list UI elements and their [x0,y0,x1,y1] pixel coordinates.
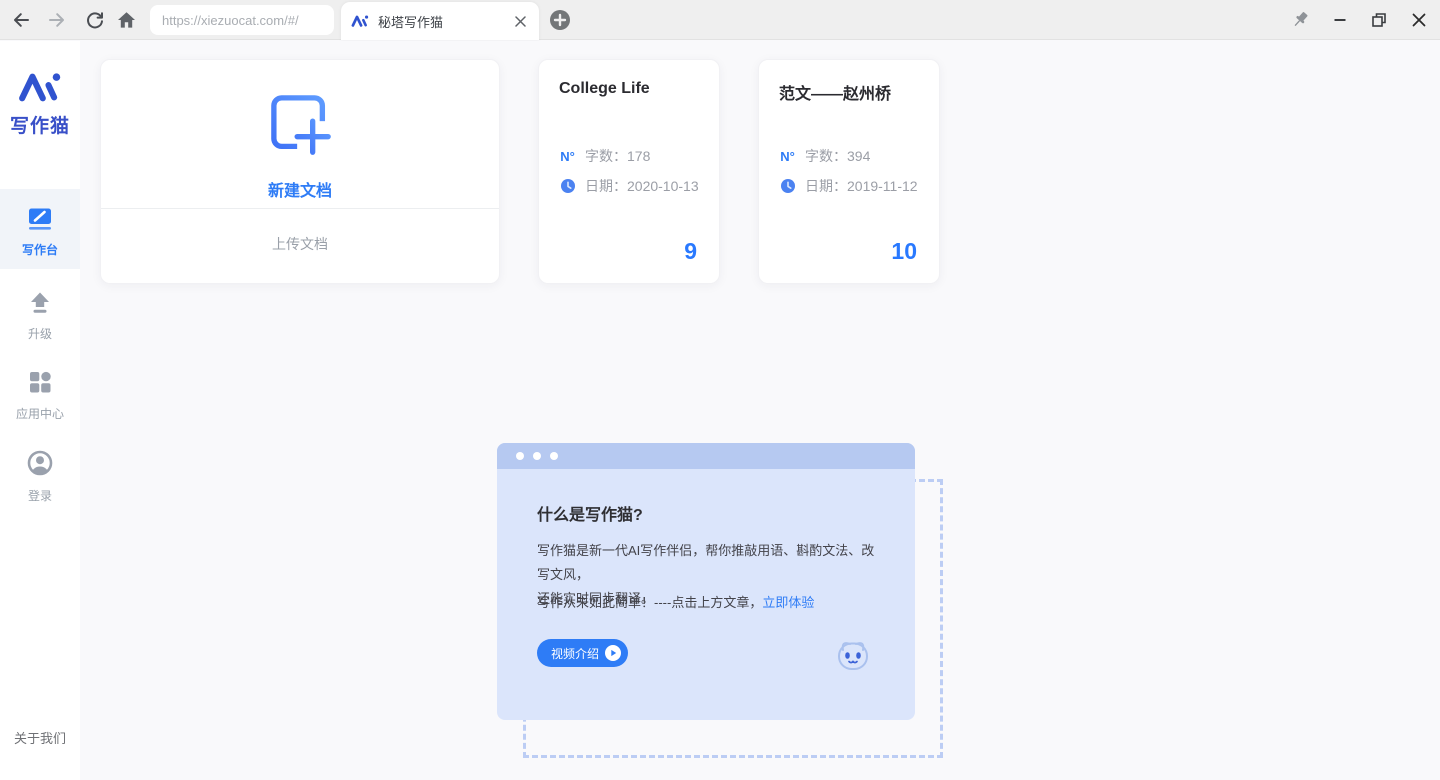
sidebar-item-label: 应用中心 [0,405,80,422]
user-icon [26,449,54,477]
home-icon [116,10,137,30]
app-logo[interactable]: 写作猫 [0,71,80,138]
site-favicon-icon [351,14,369,28]
sidebar-item-login[interactable]: 登录 [0,446,80,504]
play-icon [605,645,621,661]
plus-icon [549,9,571,31]
window-dot-icon [550,452,558,460]
tab-close-icon[interactable] [511,12,529,30]
sidebar-item-label: 登录 [0,487,80,504]
document-title: College Life [559,80,705,98]
promo-description-line1: 写作猫是新一代AI写作伴侣，帮你推敲用语、斟酌文法、改写文风， [537,543,874,582]
window-dot-icon [516,452,524,460]
cat-mascot-icon [833,635,873,680]
video-intro-label: 视频介绍 [551,645,599,662]
sidebar-item-label: 升级 [0,325,80,342]
document-card[interactable]: 范文——赵州桥 N° 字数：394 日期：2019-11-12 10 [758,59,940,284]
sidebar-item-writing-desk[interactable]: 写作台 [0,189,80,269]
promo-cta-text: 写作从未如此简单！----点击上方文章， [537,595,762,610]
pin-icon [1289,9,1311,31]
main-content: 新建文档 上传文档 College Life N° 字数：178 日期：2020… [80,41,1440,780]
sidebar-item-upgrade[interactable]: 升级 [0,286,80,342]
sidebar-item-label: 写作台 [0,241,80,258]
url-text: https://xiezuocat.com/#/ [162,13,299,28]
clock-icon [559,178,576,194]
document-card[interactable]: College Life N° 字数：178 日期：2020-10-13 9 [538,59,720,284]
writing-desk-icon [27,205,53,231]
app-grid-icon [27,369,53,395]
date-text: 日期：2020-10-13 [585,176,699,196]
date-row: 日期：2020-10-13 [559,176,699,196]
promo-cta-line: 写作从未如此简单！----点击上方文章，立即体验 [537,591,885,615]
clock-icon [779,178,796,194]
upgrade-arrow-icon [27,289,53,315]
promo-card: 什么是写作猫? 写作猫是新一代AI写作伴侣，帮你推敲用语、斟酌文法、改写文风，还… [497,443,915,720]
new-tab-button[interactable] [549,9,571,31]
new-document-card: 新建文档 上传文档 [100,59,500,284]
date-text: 日期：2019-11-12 [805,176,918,196]
date-row: 日期：2019-11-12 [779,176,918,196]
close-icon [1411,12,1427,28]
document-score: 10 [891,238,917,265]
window-dot-icon [533,452,541,460]
pin-button[interactable] [1286,6,1314,34]
forward-arrow-icon [47,10,67,30]
document-score: 9 [684,238,697,265]
word-count-text: 字数：394 [805,146,870,166]
refresh-button[interactable] [82,7,108,33]
home-button[interactable] [113,7,139,33]
new-document-icon [270,94,334,163]
refresh-icon [85,10,105,30]
sidebar-item-app-center[interactable]: 应用中心 [0,366,80,422]
back-arrow-icon [11,10,31,30]
number-icon: N° [559,149,576,164]
logo-text: 写作猫 [0,111,80,138]
promo-window-bar [497,443,915,469]
back-button[interactable] [8,7,34,33]
document-title: 范文——赵州桥 [779,80,925,104]
upload-document-button[interactable]: 上传文档 [101,234,499,254]
promo-title: 什么是写作猫? [537,501,643,525]
video-intro-button[interactable]: 视频介绍 [537,639,628,667]
minimize-icon [1332,12,1348,28]
sidebar: 写作猫 写作台 升级 [0,41,80,780]
number-icon: N° [779,149,796,164]
close-button[interactable] [1405,6,1433,34]
word-count-row: N° 字数：178 [559,146,650,166]
browser-tab[interactable]: 秘塔写作猫 [341,2,539,40]
app-window: https://xiezuocat.com/#/ 秘塔写作猫 [0,0,1440,780]
new-document-button[interactable]: 新建文档 [101,60,499,209]
restore-icon [1370,11,1388,29]
browser-toolbar: https://xiezuocat.com/#/ 秘塔写作猫 [0,0,1440,40]
restore-button[interactable] [1365,6,1393,34]
word-count-text: 字数：178 [585,146,650,166]
logo-mark-icon [17,71,63,103]
address-bar[interactable]: https://xiezuocat.com/#/ [150,5,334,35]
try-now-link[interactable]: 立即体验 [762,595,814,610]
minimize-button[interactable] [1326,6,1354,34]
new-document-label: 新建文档 [101,177,499,201]
word-count-row: N° 字数：394 [779,146,870,166]
tab-title: 秘塔写作猫 [378,12,511,31]
forward-button[interactable] [44,7,70,33]
about-us-link[interactable]: 关于我们 [0,728,80,747]
